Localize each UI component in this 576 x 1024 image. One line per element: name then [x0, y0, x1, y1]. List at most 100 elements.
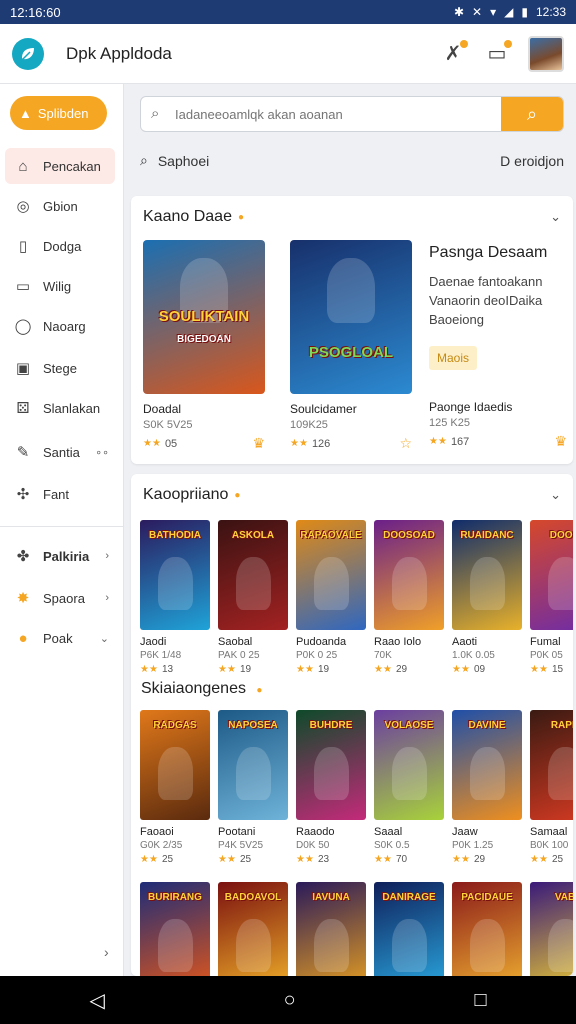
info-tag[interactable]: Maois: [429, 346, 478, 370]
cover-title: BURIRANG: [148, 892, 202, 903]
card-rating: ★★ 19: [296, 664, 330, 675]
game-card[interactable]: DANIRAGE: [374, 882, 444, 976]
game-cover: VAB: [530, 882, 573, 976]
puzzle-icon: ✣: [16, 486, 30, 503]
cover-title: IAVUNA: [312, 892, 350, 903]
card-sub: P6K 1/48: [140, 650, 182, 661]
chevron-right-icon: ›: [105, 592, 109, 604]
info-description: Daenae fantoakann Vanaorin deoIDaika Bao…: [429, 274, 543, 327]
mute-icon: ✕: [472, 5, 483, 19]
search-input[interactable]: [141, 97, 501, 131]
chat-icon[interactable]: ▭: [484, 39, 512, 67]
sidebar-item-dodga[interactable]: ▯ Dodga: [5, 228, 115, 264]
card-sub: P0K 0 25: [296, 650, 338, 661]
sidebar-item-slanlakan[interactable]: ⚄ Slanlakan: [5, 390, 115, 426]
home-icon[interactable]: ○: [284, 989, 296, 1012]
sidebar-item-gbion[interactable]: ◎ Gbion: [5, 188, 115, 224]
card-rating: ★★ 29: [374, 664, 408, 675]
sidebar-item-spaora[interactable]: ✸ Spaora ›: [5, 580, 115, 616]
chevron-down-icon[interactable]: ⌄: [550, 487, 561, 503]
puzzle-icon: ✤: [16, 548, 30, 565]
sidebar-item-palkiria[interactable]: ✤ Palkiria ›: [5, 538, 115, 574]
card-sub: S0K 5V25: [143, 419, 193, 431]
game-card[interactable]: VOLAOSE Saaal S0K 0.5 ★★ 70: [374, 710, 444, 865]
card-sub: G0K 2/35: [140, 840, 183, 851]
sidebar-item-stege[interactable]: ▣ Stege: [5, 350, 115, 386]
search-icon: ⌕: [140, 152, 148, 168]
game-card[interactable]: DAVINE Jaaw P0K 1.25 ★★ 29: [452, 710, 522, 865]
card-rating: ★★ 29: [452, 854, 486, 865]
featured-cover: PSOGLOAL: [290, 240, 412, 394]
filter-left[interactable]: Saphoei: [158, 153, 209, 169]
game-card[interactable]: DOOG Fumal P0K 05 ★★15: [530, 520, 573, 675]
game-card[interactable]: VAB: [530, 882, 573, 976]
game-card[interactable]: NAPOSEA Pootani P4K 5V25 ★★ 25: [218, 710, 288, 865]
cover-title: DAVINE: [468, 720, 506, 731]
game-card[interactable]: RAPN Samaal B0K 100 ★★25: [530, 710, 573, 865]
battery-icon: ▮: [521, 5, 528, 19]
featured-card[interactable]: SOULIKTAIN BIGEDOAN Doadal S0K 5V25 ★★ 05…: [143, 240, 265, 452]
game-card[interactable]: IAVUNA: [296, 882, 366, 976]
card-name: Saaal: [374, 826, 403, 838]
crown-icon: ♛: [252, 435, 265, 451]
chevron-down-icon: ⌄: [99, 632, 109, 645]
warning-icon: ▲: [19, 105, 32, 121]
cover-title: BUHDRE: [309, 720, 353, 731]
back-icon[interactable]: ◁: [89, 988, 104, 1013]
search-button[interactable]: ⌕: [501, 97, 563, 131]
game-card[interactable]: BADOAVOL: [218, 882, 288, 976]
gift-icon[interactable]: ✗: [440, 39, 468, 67]
card-rating: ★★ 167 ♛: [429, 433, 567, 449]
game-card[interactable]: RADGAS Faoaoi G0K 2/35 ★★ 25: [140, 710, 210, 865]
game-card[interactable]: PACIDAUE: [452, 882, 522, 976]
recents-icon[interactable]: □: [474, 989, 486, 1012]
bluetooth-icon: ✱: [453, 5, 465, 19]
sidebar-item-fant[interactable]: ✣ Fant: [5, 476, 115, 512]
game-card[interactable]: BATHODIA Jaodi P6K 1/48 ★★ 13: [140, 520, 210, 675]
wifi-icon: ▾: [490, 5, 497, 19]
avatar[interactable]: [528, 35, 564, 72]
star-icon: ★★: [143, 438, 161, 449]
cover-title: RADGAS: [153, 720, 197, 731]
sidebar-item-pencakan[interactable]: ⌂ Pencakan: [5, 148, 115, 184]
game-card[interactable]: RAPAOVALE Pudoanda P0K 0 25 ★★ 19: [296, 520, 366, 675]
system-nav-bar: ◁ ○ □: [0, 976, 576, 1024]
card-sub: P0K 1.25: [452, 840, 494, 851]
card-name: Fumal: [530, 636, 561, 648]
sparkle-icon: ✸: [16, 590, 30, 607]
calendar-icon: ▣: [15, 360, 31, 377]
featured-card[interactable]: PSOGLOAL Soulcidamer 109K25 ★★ 126 ☆: [290, 240, 412, 452]
chevron-down-icon[interactable]: ⌄: [550, 209, 561, 225]
sidebar-primary-button[interactable]: ▲ Splibden: [10, 96, 107, 130]
sidebar-item-santia[interactable]: ✎ Santia ∘∘: [5, 434, 115, 470]
chevron-right-icon[interactable]: ›: [104, 944, 109, 960]
card-sub: P4K 5V25: [218, 840, 264, 851]
game-card[interactable]: DOOSOAD Raao Iolo 70K ★★ 29: [374, 520, 444, 675]
dice-icon: ⚄: [16, 400, 30, 417]
star-icon: ★★: [374, 854, 392, 865]
sidebar-item-wilig[interactable]: ▭ Wilig: [5, 268, 115, 304]
game-card[interactable]: ASKOLA Saobal PAK 0 25 ★★ 19: [218, 520, 288, 675]
status-time: 12:16:60: [10, 4, 61, 20]
game-card[interactable]: BUHDRE Raaodo D0K 50 ★★ 23: [296, 710, 366, 865]
sidebar-item-naoarg[interactable]: ◯ Naoarg: [5, 308, 115, 344]
more-icon: ∘∘: [95, 446, 109, 459]
game-card[interactable]: RUAIDANC Aaoti 1.0K 0.05 ★★ 09: [452, 520, 522, 675]
leaf-logo-icon[interactable]: [12, 37, 44, 70]
section1-title: Kaoopriiano: [143, 486, 229, 503]
card-sub: PAK 0 25: [218, 650, 260, 661]
status-bar: 12:16:60 ✱ ✕ ▾ ◢ ▮ 12:33: [0, 0, 576, 24]
game-cover: PACIDAUE: [452, 882, 522, 976]
cover-title: DOOSOAD: [383, 530, 435, 541]
game-card[interactable]: BURIRANG: [140, 882, 210, 976]
game-cover: BURIRANG: [140, 882, 210, 976]
star-icon: ★★: [296, 664, 314, 675]
filter-right[interactable]: D eroidjon: [500, 153, 564, 169]
card-name: Jaodi: [140, 636, 167, 648]
sidebar-item-poak[interactable]: ● Poak ⌄: [5, 620, 115, 656]
card-rating: ★★ 13: [140, 664, 174, 675]
section2-header: Skiaiaongenes ●: [141, 680, 262, 698]
star-icon: ★★: [429, 436, 447, 447]
status-icons: ✱ ✕ ▾ ◢ ▮ 12:33: [454, 5, 566, 19]
cover-title: DANIRAGE: [382, 892, 436, 903]
